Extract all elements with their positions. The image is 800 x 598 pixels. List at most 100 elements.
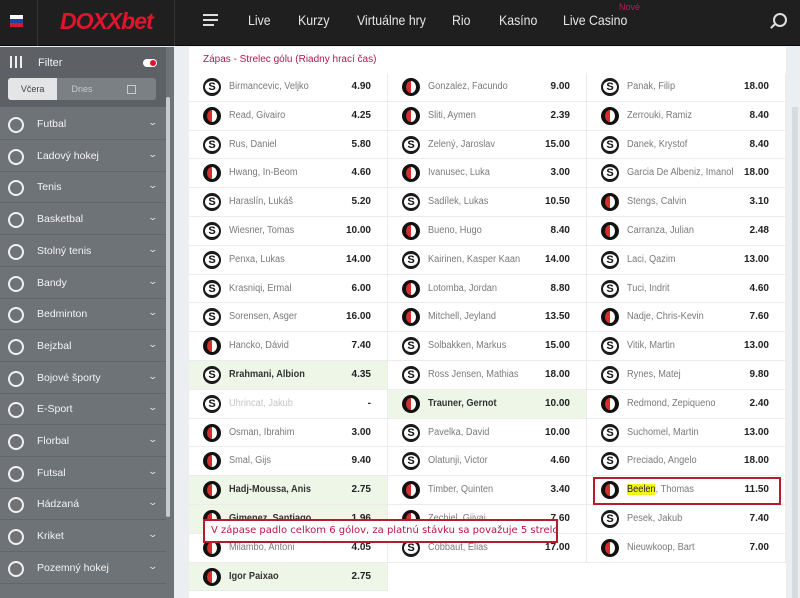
scorer-row[interactable]: Igor Paixao 2.75 bbox=[189, 562, 388, 592]
scorer-row[interactable]: Lotomba, Jordan 8.80 bbox=[388, 274, 587, 304]
odds-value[interactable]: 8.40 bbox=[551, 225, 570, 236]
sidebar-sport-item[interactable]: Kriket ⌄ bbox=[0, 521, 166, 553]
scorer-row[interactable]: Olatunji, Victor 4.60 bbox=[388, 447, 587, 477]
scorer-row[interactable]: Suchomel, Martin 13.00 bbox=[587, 418, 786, 448]
scorer-row[interactable]: Carranza, Julian 2.48 bbox=[587, 216, 786, 246]
chevron-down-icon[interactable]: ⌄ bbox=[147, 402, 158, 413]
scorer-row[interactable]: Nadje, Chris-Kevin 7.60 bbox=[587, 303, 786, 333]
scorer-row[interactable]: Smal, Gijs 9.40 bbox=[189, 447, 388, 477]
sidebar-sport-item[interactable]: Pozemný hokej ⌄ bbox=[0, 553, 166, 584]
odds-value[interactable]: 5.80 bbox=[352, 139, 371, 150]
scorer-row[interactable]: Zelený, Jaroslav 15.00 bbox=[388, 130, 587, 160]
scorer-row[interactable]: Pavelka, David 10.00 bbox=[388, 418, 587, 448]
chevron-down-icon[interactable]: ⌄ bbox=[147, 339, 158, 350]
odds-value[interactable]: 4.60 bbox=[551, 455, 570, 466]
nav-kurzy[interactable]: Kurzy bbox=[298, 12, 330, 28]
odds-value[interactable]: 15.00 bbox=[545, 139, 570, 150]
odds-value[interactable]: 7.40 bbox=[352, 340, 371, 351]
chevron-down-icon[interactable]: ⌄ bbox=[147, 180, 158, 191]
scorer-row[interactable]: Hadj-Moussa, Anis 2.75 bbox=[189, 476, 388, 505]
sidebar-scrollbar[interactable] bbox=[166, 97, 170, 517]
odds-value[interactable]: 4.60 bbox=[750, 283, 769, 294]
sidebar-sport-item[interactable]: Ľadový hokej ⌄ bbox=[0, 141, 166, 172]
chevron-down-icon[interactable]: ⌄ bbox=[147, 117, 158, 128]
odds-value[interactable]: 8.40 bbox=[750, 110, 769, 121]
odds-value[interactable]: 3.40 bbox=[551, 484, 570, 495]
day-today[interactable]: Dnes bbox=[57, 78, 106, 100]
scorer-row[interactable]: Hancko, Dávid 7.40 bbox=[189, 332, 388, 361]
menu-icon[interactable] bbox=[203, 14, 218, 28]
scorer-row[interactable]: Nieuwkoop, Bart 7.00 bbox=[587, 533, 786, 563]
sidebar-sport-item[interactable]: Tenis ⌄ bbox=[0, 172, 166, 204]
main-scrollbar[interactable] bbox=[792, 107, 798, 598]
odds-value[interactable]: 18.00 bbox=[744, 81, 769, 92]
scorer-row[interactable]: Tuci, Indrit 4.60 bbox=[587, 274, 786, 304]
nav-kasino[interactable]: Kasíno bbox=[499, 12, 537, 28]
search-icon[interactable] bbox=[773, 13, 787, 27]
odds-value[interactable]: 9.40 bbox=[352, 455, 371, 466]
chevron-down-icon[interactable]: ⌄ bbox=[147, 149, 158, 160]
chevron-down-icon[interactable]: ⌄ bbox=[147, 497, 158, 508]
sidebar-sport-item[interactable]: Futsal ⌄ bbox=[0, 458, 166, 489]
sidebar-sport-item[interactable]: Bedminton ⌄ bbox=[0, 299, 166, 331]
scorer-row[interactable]: Krasniqi, Ermal 6.00 bbox=[189, 274, 388, 304]
scorer-row[interactable]: Stengs, Calvin 3.10 bbox=[587, 188, 786, 217]
scorer-row[interactable]: Sorensen, Asger 16.00 bbox=[189, 303, 388, 333]
odds-value[interactable]: 4.90 bbox=[352, 81, 371, 92]
filter-toggle[interactable] bbox=[143, 59, 157, 67]
odds-value[interactable]: 9.80 bbox=[750, 369, 769, 380]
calendar-button[interactable] bbox=[107, 78, 156, 100]
odds-value[interactable]: 14.00 bbox=[346, 254, 371, 265]
odds-value[interactable]: 8.80 bbox=[551, 283, 570, 294]
chevron-down-icon[interactable]: ⌄ bbox=[147, 276, 158, 287]
odds-value[interactable]: 10.00 bbox=[346, 225, 371, 236]
sidebar-sport-item[interactable]: Bandy ⌄ bbox=[0, 268, 166, 299]
nav-live-casino[interactable]: Live Casino bbox=[563, 12, 627, 28]
scorer-row[interactable]: Danek, Krystof 8.40 bbox=[587, 130, 786, 160]
scorer-row[interactable]: Kairinen, Kasper Kaan 14.00 bbox=[388, 245, 587, 275]
odds-value[interactable]: 18.00 bbox=[545, 369, 570, 380]
scorer-row[interactable]: Timber, Quinten 3.40 bbox=[388, 476, 587, 505]
scorer-row[interactable]: Rrahmani, Albion 4.35 bbox=[189, 360, 388, 390]
odds-value[interactable]: 2.75 bbox=[352, 484, 371, 495]
odds-value[interactable]: 8.40 bbox=[750, 139, 769, 150]
chevron-down-icon[interactable]: ⌄ bbox=[147, 561, 158, 572]
odds-value[interactable]: 13.00 bbox=[744, 340, 769, 351]
day-yesterday[interactable]: Včera bbox=[8, 78, 58, 100]
chevron-down-icon[interactable]: ⌄ bbox=[147, 244, 158, 255]
odds-value[interactable]: 7.00 bbox=[750, 542, 769, 553]
odds-value[interactable]: 2.40 bbox=[750, 398, 769, 409]
sidebar-sport-item[interactable]: Bojové športy ⌄ bbox=[0, 363, 166, 394]
sidebar-sport-item[interactable]: Futbal ⌄ bbox=[0, 109, 166, 140]
scorer-row[interactable]: Pesek, Jakub 7.40 bbox=[587, 504, 786, 534]
odds-value[interactable]: 7.40 bbox=[750, 513, 769, 524]
odds-value[interactable]: 7.60 bbox=[750, 311, 769, 322]
odds-value[interactable]: 10.00 bbox=[545, 427, 570, 438]
scorer-row[interactable]: Sadílek, Lukas 10.50 bbox=[388, 188, 587, 217]
nav-live[interactable]: Live bbox=[248, 12, 271, 28]
nav-virtualne-hry[interactable]: Virtuálne hry bbox=[357, 12, 426, 28]
odds-value[interactable]: 4.60 bbox=[352, 167, 371, 178]
scorer-row[interactable]: Mitchell, Jeyland 13.50 bbox=[388, 303, 587, 333]
odds-value[interactable]: 2.75 bbox=[352, 571, 371, 582]
scorer-row[interactable]: Rus, Daniel 5.80 bbox=[189, 130, 388, 160]
chevron-down-icon[interactable]: ⌄ bbox=[147, 529, 158, 540]
odds-value[interactable]: 13.00 bbox=[744, 427, 769, 438]
scorer-row[interactable]: Uhrincat, Jakub - bbox=[189, 389, 388, 419]
odds-value[interactable]: 16.00 bbox=[346, 311, 371, 322]
scorer-row[interactable]: Vitik, Martin 13.00 bbox=[587, 332, 786, 361]
odds-value[interactable]: 4.25 bbox=[352, 110, 371, 121]
odds-value[interactable]: 17.00 bbox=[545, 542, 570, 553]
odds-value[interactable]: 18.00 bbox=[744, 167, 769, 178]
odds-value[interactable]: 9.00 bbox=[551, 81, 570, 92]
odds-value[interactable]: 3.10 bbox=[750, 196, 769, 207]
scorer-row[interactable]: Read, Givairo 4.25 bbox=[189, 101, 388, 131]
odds-value[interactable]: 3.00 bbox=[352, 427, 371, 438]
odds-value[interactable]: 2.39 bbox=[551, 110, 570, 121]
scorer-row[interactable]: Trauner, Gernot 10.00 bbox=[388, 389, 587, 419]
odds-value[interactable]: 2.48 bbox=[750, 225, 769, 236]
odds-value[interactable]: 10.50 bbox=[545, 196, 570, 207]
scorer-row[interactable]: Gonzalez, Facundo 9.00 bbox=[388, 73, 587, 102]
scorer-row[interactable]: Birmancevic, Veljko 4.90 bbox=[189, 73, 388, 102]
scorer-row[interactable]: Bueno, Hugo 8.40 bbox=[388, 216, 587, 246]
